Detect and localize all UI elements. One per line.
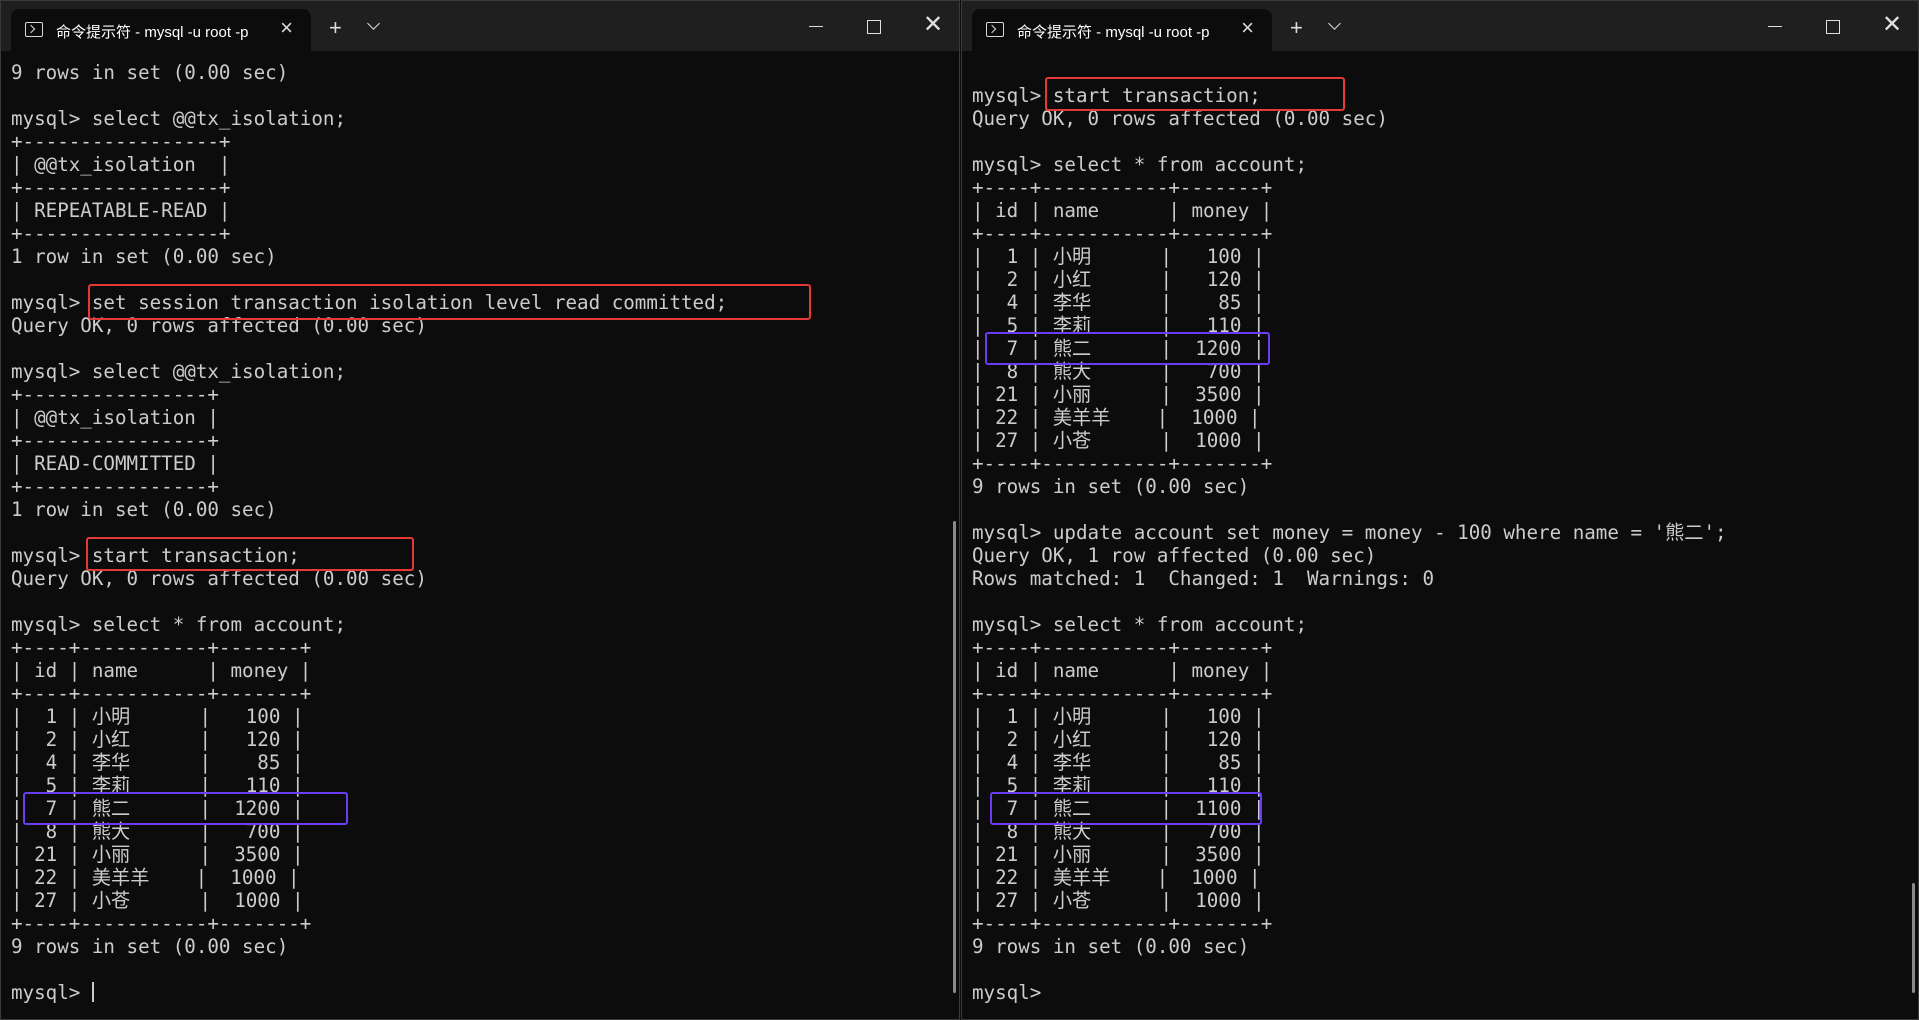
console-line: | id | name | money |: [11, 659, 312, 682]
terminal-icon: [986, 22, 1004, 37]
console-line: 9 rows in set (0.00 sec): [972, 475, 1250, 498]
scrollbar[interactable]: [1912, 883, 1915, 993]
maximize-icon[interactable]: [1826, 20, 1840, 34]
console-line: | 2 | 小红 | 120 |: [972, 728, 1265, 751]
chevron-down-icon[interactable]: [367, 17, 380, 30]
console-line: +----+-----------+-------+: [972, 682, 1273, 705]
console-line: mysql> select * from account;: [11, 613, 347, 636]
title-bar: 命令提示符 - mysql -u root -p × + ✕: [962, 1, 1918, 51]
console-line: | 4 | 李华 | 85 |: [972, 291, 1265, 314]
console-line: +----------------+: [11, 429, 219, 452]
console-line: | 21 | 小丽 | 3500 |: [11, 843, 304, 866]
text-cursor: [91, 982, 94, 1002]
console-line: | REPEATABLE-READ |: [11, 199, 231, 222]
console-line: | 1 | 小明 | 100 |: [11, 705, 304, 728]
console-line: Query OK, 1 row affected (0.00 sec): [972, 544, 1377, 567]
window-close-icon[interactable]: ✕: [1882, 13, 1902, 37]
console-line: | 22 | 美羊羊 | 1000 |: [972, 406, 1261, 429]
maximize-icon[interactable]: [867, 20, 881, 34]
minimize-icon[interactable]: [1768, 26, 1782, 27]
console-line: +----+-----------+-------+: [972, 636, 1273, 659]
console-line: | 22 | 美羊羊 | 1000 |: [11, 866, 300, 889]
console-line: +----+-----------+-------+: [972, 452, 1273, 475]
console-line: 1 row in set (0.00 sec): [11, 498, 277, 521]
console-output[interactable]: mysql> start transaction; Query OK, 0 row…: [972, 61, 1908, 1004]
highlight-start-transaction: [1045, 77, 1345, 111]
console-line: +-----------------+: [11, 130, 231, 153]
window-close-icon[interactable]: ✕: [923, 13, 943, 37]
console-line: 9 rows in set (0.00 sec): [11, 935, 289, 958]
console-line: mysql> select @@tx_isolation;: [11, 360, 347, 383]
console-line: mysql> update account set money = money …: [972, 521, 1727, 544]
chevron-down-icon[interactable]: [1328, 17, 1341, 30]
tab-title: 命令提示符 - mysql -u root -p: [1017, 24, 1210, 41]
console-line: | 2 | 小红 | 120 |: [972, 268, 1265, 291]
console-line: | 27 | 小苍 | 1000 |: [972, 889, 1265, 912]
tab-command-prompt[interactable]: 命令提示符 - mysql -u root -p ×: [11, 9, 311, 51]
console-line: +----+-----------+-------+: [972, 912, 1273, 935]
plus-icon[interactable]: +: [329, 17, 342, 39]
console-line: | 1 | 小明 | 100 |: [972, 245, 1265, 268]
title-bar: 命令提示符 - mysql -u root -p × + ✕: [1, 1, 959, 51]
tab-title: 命令提示符 - mysql -u root -p: [56, 24, 249, 41]
console-line: mysql> select * from account;: [972, 613, 1308, 636]
console-line: | 21 | 小丽 | 3500 |: [972, 383, 1265, 406]
terminal-icon: [25, 22, 43, 37]
console-line: | 27 | 小苍 | 1000 |: [11, 889, 304, 912]
console-line: Rows matched: 1 Changed: 1 Warnings: 0: [972, 567, 1435, 590]
console-line: +----------------+: [11, 475, 219, 498]
terminal-window-right: 命令提示符 - mysql -u root -p × + ✕ mysql> st…: [961, 0, 1919, 1020]
console-line: | 2 | 小红 | 120 |: [11, 728, 304, 751]
highlight-set-isolation: [88, 284, 811, 320]
console-line: +----+-----------+-------+: [11, 636, 312, 659]
highlight-row-7: [23, 792, 348, 825]
console-line: +-----------------+: [11, 176, 231, 199]
console-line: 9 rows in set (0.00 sec): [972, 935, 1250, 958]
console-line: | 4 | 李华 | 85 |: [972, 751, 1265, 774]
console-line: | READ-COMMITTED |: [11, 452, 219, 475]
console-line: | 1 | 小明 | 100 |: [972, 705, 1265, 728]
console-line: 1 row in set (0.00 sec): [11, 245, 277, 268]
highlight-row-7-before: [985, 332, 1270, 365]
minimize-icon[interactable]: [809, 26, 823, 27]
console-line: +-----------------+: [11, 222, 231, 245]
console-line: | @@tx_isolation |: [11, 153, 231, 176]
terminal-window-left: 命令提示符 - mysql -u root -p × + ✕ 9 rows in…: [0, 0, 960, 1020]
console-line: mysql>: [11, 981, 94, 1004]
console-line: mysql> select * from account;: [972, 153, 1308, 176]
highlight-row-7-after: [990, 792, 1262, 825]
console-line: | @@tx_isolation |: [11, 406, 219, 429]
plus-icon[interactable]: +: [1290, 17, 1303, 39]
console-line: mysql>: [972, 981, 1053, 1004]
highlight-start-transaction: [86, 537, 414, 571]
scrollbar[interactable]: [953, 521, 956, 993]
console-line: +----+-----------+-------+: [11, 912, 312, 935]
console-line: | id | name | money |: [972, 199, 1273, 222]
close-icon[interactable]: ×: [1241, 17, 1254, 39]
console-output[interactable]: 9 rows in set (0.00 sec) mysql> select @@…: [11, 61, 949, 1004]
console-line: +----+-----------+-------+: [972, 176, 1273, 199]
console-line: +----------------+: [11, 383, 219, 406]
console-line: | 27 | 小苍 | 1000 |: [972, 429, 1265, 452]
console-line: | 21 | 小丽 | 3500 |: [972, 843, 1265, 866]
console-line: mysql> select @@tx_isolation;: [11, 107, 347, 130]
console-line: +----+-----------+-------+: [972, 222, 1273, 245]
console-line: | id | name | money |: [972, 659, 1273, 682]
console-line: | 22 | 美羊羊 | 1000 |: [972, 866, 1261, 889]
console-line: +----+-----------+-------+: [11, 682, 312, 705]
close-icon[interactable]: ×: [280, 17, 293, 39]
console-line: | 4 | 李华 | 85 |: [11, 751, 304, 774]
tab-command-prompt[interactable]: 命令提示符 - mysql -u root -p ×: [972, 9, 1272, 51]
console-line: 9 rows in set (0.00 sec): [11, 61, 289, 84]
